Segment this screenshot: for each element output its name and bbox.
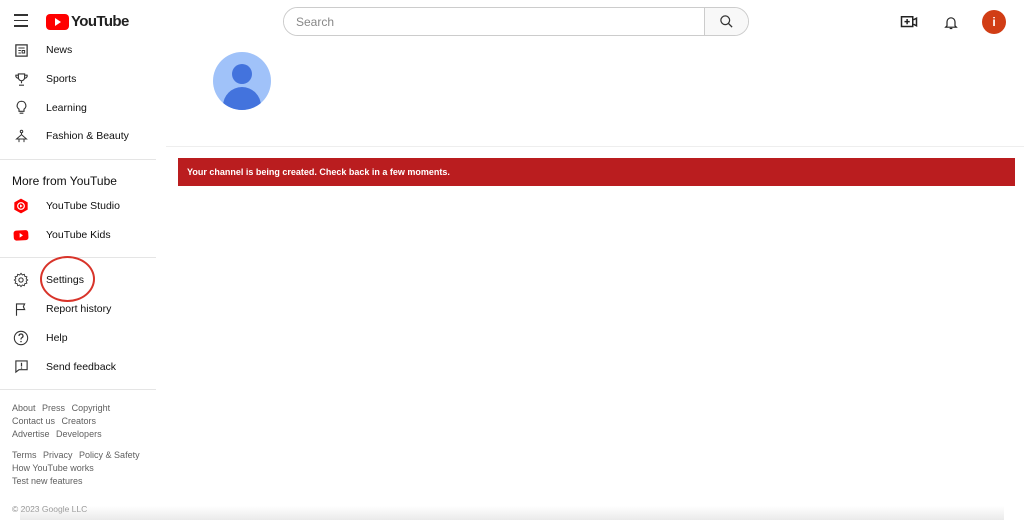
- create-button[interactable]: [898, 11, 920, 33]
- sidebar-item-news[interactable]: News: [0, 36, 156, 65]
- feedback-icon: [12, 358, 30, 376]
- footer-link-how-youtube-works[interactable]: How YouTube works: [12, 463, 94, 473]
- divider: [166, 146, 1024, 147]
- avatar-person-body: [223, 87, 261, 110]
- divider: [0, 159, 156, 160]
- sidebar-item-label: Fashion & Beauty: [46, 130, 129, 142]
- sidebar-item-report-history[interactable]: Report history: [0, 295, 156, 324]
- sidebar-item-label: YouTube Kids: [46, 229, 111, 241]
- footer-link-press[interactable]: Press: [42, 403, 65, 413]
- section-title-more-from-youtube: More from YouTube: [0, 168, 156, 192]
- channel-creating-alert: Your channel is being created. Check bac…: [178, 158, 1015, 186]
- sidebar-item-fashion-beauty[interactable]: Fashion & Beauty: [0, 122, 156, 151]
- sidebar-item-youtube-studio[interactable]: YouTube Studio: [0, 192, 156, 221]
- create-video-icon: [900, 14, 918, 30]
- sidebar-item-learning[interactable]: Learning: [0, 93, 156, 122]
- sidebar-item-sports[interactable]: Sports: [0, 65, 156, 94]
- footer-link-copyright[interactable]: Copyright: [72, 403, 111, 413]
- sidebar-item-help[interactable]: Help: [0, 324, 156, 353]
- youtube-logo[interactable]: YouTube: [46, 13, 129, 30]
- sidebar-item-label: Settings: [46, 274, 84, 286]
- search-input[interactable]: [284, 8, 704, 35]
- sidebar: News Sports Learning Fashion & Beauty Mo…: [0, 36, 156, 522]
- footer-link-contact-us[interactable]: Contact us: [12, 416, 55, 426]
- alert-text: Your channel is being created. Check bac…: [187, 167, 450, 177]
- search-bar: [283, 7, 749, 36]
- footer-link-about[interactable]: About: [12, 403, 36, 413]
- footer-link-advertise[interactable]: Advertise: [12, 429, 50, 439]
- sidebar-item-label: News: [46, 44, 72, 56]
- sidebar-item-label: Send feedback: [46, 361, 116, 373]
- help-icon: [12, 329, 30, 347]
- divider: [0, 257, 156, 258]
- sidebar-item-label: Sports: [46, 73, 76, 85]
- gear-icon: [12, 271, 30, 289]
- footer-link-developers[interactable]: Developers: [56, 429, 102, 439]
- divider: [0, 389, 156, 390]
- avatar-person-head: [232, 64, 252, 84]
- footer-link-privacy[interactable]: Privacy: [43, 450, 73, 460]
- sidebar-item-label: Help: [46, 332, 68, 344]
- footer-links: About Press Copyright Contact us Creator…: [0, 398, 156, 488]
- hanger-icon: [12, 127, 30, 145]
- news-icon: [12, 41, 30, 59]
- footer-link-terms[interactable]: Terms: [12, 450, 37, 460]
- notifications-button[interactable]: [940, 11, 962, 33]
- youtube-kids-icon: [12, 226, 30, 244]
- footer-link-creators[interactable]: Creators: [62, 416, 97, 426]
- lightbulb-icon: [12, 99, 30, 117]
- flag-icon: [12, 300, 30, 318]
- sidebar-item-youtube-kids[interactable]: YouTube Kids: [0, 220, 156, 249]
- sidebar-item-send-feedback[interactable]: Send feedback: [0, 352, 156, 381]
- bell-icon: [943, 14, 959, 31]
- youtube-studio-icon: [12, 197, 30, 215]
- search-icon: [719, 14, 734, 29]
- sidebar-item-label: Report history: [46, 303, 111, 315]
- youtube-play-icon: [46, 14, 69, 30]
- search-button[interactable]: [704, 8, 748, 35]
- sidebar-item-label: Learning: [46, 102, 87, 114]
- sidebar-item-label: YouTube Studio: [46, 200, 120, 212]
- footer-link-policy-safety[interactable]: Policy & Safety: [79, 450, 140, 460]
- menu-icon[interactable]: [10, 10, 32, 32]
- logo-text: YouTube: [71, 13, 129, 30]
- channel-avatar[interactable]: [213, 52, 271, 110]
- account-avatar[interactable]: i: [982, 10, 1006, 34]
- footer-link-test-new-features[interactable]: Test new features: [12, 476, 83, 486]
- sidebar-item-settings[interactable]: Settings: [0, 266, 156, 295]
- bottom-shadow: [20, 506, 1004, 520]
- trophy-icon: [12, 70, 30, 88]
